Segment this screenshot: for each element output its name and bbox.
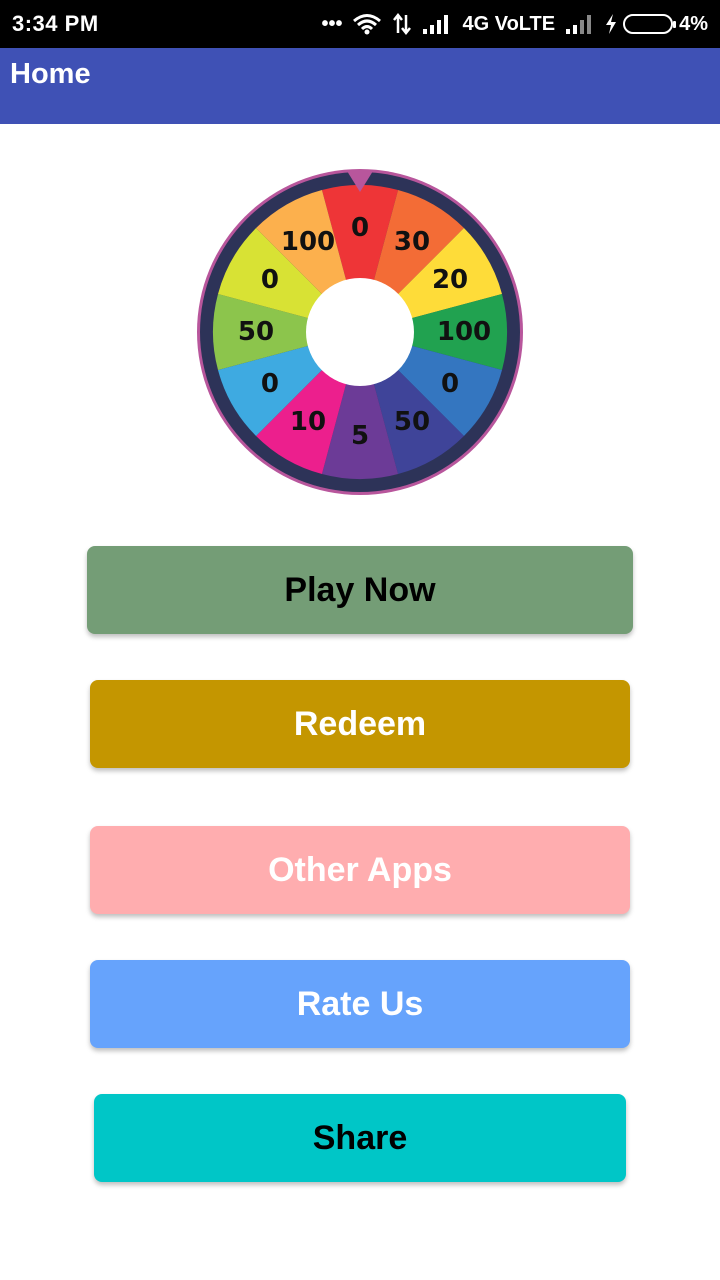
wheel-slice-label: 5 bbox=[351, 421, 369, 451]
wheel-slice-label: 0 bbox=[261, 265, 279, 295]
wheel-slice-label: 100 bbox=[437, 317, 491, 347]
status-icons: ••• 4G VoLTE 4% bbox=[321, 13, 708, 36]
prize-wheel-graphic: 0 30201000505100500100 bbox=[197, 169, 523, 495]
battery-indicator: 4% bbox=[605, 13, 708, 36]
wheel-slice-label: 50 bbox=[394, 407, 430, 437]
app-bar: Home bbox=[0, 48, 720, 124]
wifi-icon bbox=[352, 13, 382, 35]
status-time: 3:34 PM bbox=[12, 11, 99, 36]
wheel-slice-label: 50 bbox=[238, 317, 274, 347]
wheel-center bbox=[306, 278, 414, 386]
signal-icon bbox=[422, 13, 452, 35]
wheel-slice-label: 0 bbox=[351, 213, 369, 243]
redeem-button[interactable]: Redeem bbox=[90, 680, 630, 768]
signal-icon-secondary bbox=[565, 13, 595, 35]
battery-icon bbox=[623, 14, 677, 34]
page-title: Home bbox=[10, 58, 91, 90]
prize-wheel: 0 30 20 100 0 50 5 10 0 50 0 100 bbox=[196, 168, 524, 496]
rate-us-button[interactable]: Rate Us bbox=[90, 960, 630, 1048]
wheel-slice-label: 100 bbox=[281, 227, 335, 257]
play-now-button[interactable]: Play Now bbox=[87, 546, 633, 634]
wheel-slice-label: 0 bbox=[441, 369, 459, 399]
network-type: 4G VoLTE bbox=[462, 12, 556, 35]
charging-bolt-icon bbox=[605, 14, 617, 34]
more-dots-icon: ••• bbox=[321, 12, 343, 35]
share-button[interactable]: Share bbox=[94, 1094, 626, 1182]
data-transfer-icon bbox=[392, 13, 412, 35]
other-apps-button[interactable]: Other Apps bbox=[90, 826, 630, 914]
status-bar: 3:34 PM ••• 4G VoLTE 4% bbox=[0, 0, 720, 48]
wheel-slice-label: 10 bbox=[290, 407, 326, 437]
wheel-slice-label: 20 bbox=[432, 265, 468, 295]
wheel-slice-label: 0 bbox=[261, 369, 279, 399]
wheel-slice-label: 30 bbox=[394, 227, 430, 257]
battery-percent: 4% bbox=[679, 12, 708, 35]
